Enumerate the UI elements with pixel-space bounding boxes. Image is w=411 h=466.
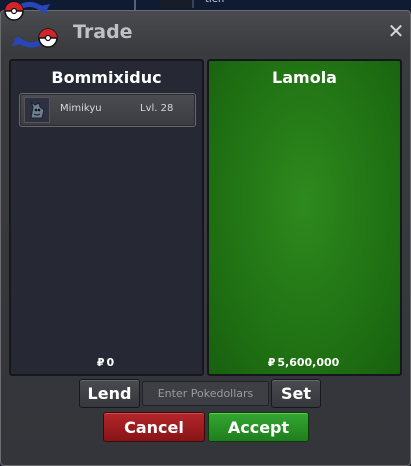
mimikyu-sprite-icon [24, 97, 50, 123]
partner-money-offer: ₽5,600,000 [209, 356, 400, 369]
my-money-value: 0 [106, 356, 115, 369]
pokemon-slot[interactable]: Mimikyu Lvl. 28 [19, 93, 196, 127]
currency-symbol: ₽ [267, 356, 276, 369]
pokemon-level: Lvl. 28 [140, 103, 174, 114]
close-icon[interactable]: ✕ [386, 21, 406, 41]
pokeball-logo-icon [4, 1, 58, 48]
accept-button[interactable]: Accept [208, 412, 309, 442]
partner-money-value: 5,600,000 [277, 356, 340, 369]
partner-player-name: Lamola [272, 68, 337, 87]
cancel-button[interactable]: Cancel [103, 412, 205, 442]
my-offer-panel: Bommixiduc Mimikyu Lvl. 28 ₽0 [9, 59, 204, 376]
pokedollars-input[interactable] [142, 381, 269, 406]
background-panel [160, 0, 194, 8]
currency-symbol: ₽ [96, 356, 105, 369]
trade-window: Trade ✕ Bommixiduc Mimikyu Lvl. 28 ₽0 La… [0, 10, 411, 466]
background-divider [134, 0, 136, 10]
partner-offer-panel: Lamola ₽5,600,000 [207, 59, 402, 376]
my-player-name: Bommixiduc [51, 68, 162, 87]
set-button[interactable]: Set [271, 379, 321, 408]
background-text: tien [205, 0, 224, 5]
pokemon-name: Mimikyu [60, 103, 102, 114]
my-money-offer: ₽0 [11, 356, 202, 369]
window-title: Trade [73, 21, 133, 43]
lend-button[interactable]: Lend [79, 379, 140, 408]
